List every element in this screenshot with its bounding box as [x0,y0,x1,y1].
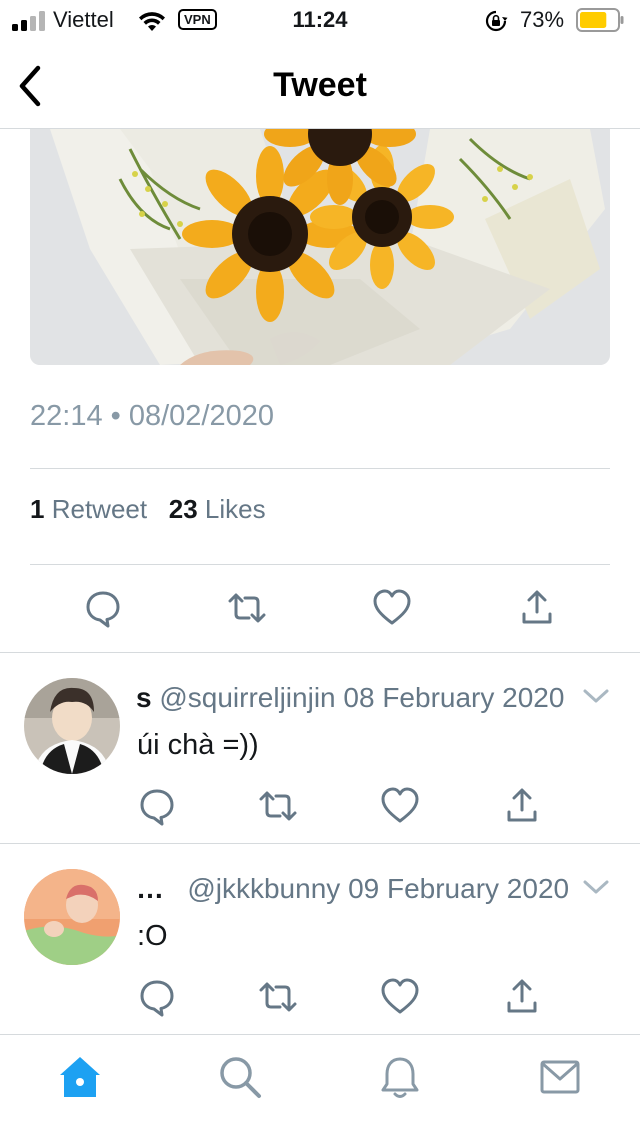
like-icon[interactable] [380,786,420,826]
retweet-icon[interactable] [258,977,298,1017]
reply-handle[interactable]: @squirreljinjin [159,682,335,713]
retweet-count: 1 [30,494,45,524]
chevron-down-icon[interactable] [582,686,610,706]
nav-bar: Tweet [0,40,640,129]
like-icon[interactable] [372,588,412,628]
divider [0,843,640,844]
retweet-icon[interactable] [227,588,267,628]
reply-handle[interactable]: @jkkkbunny [187,873,340,904]
tweet-photo[interactable] [30,129,610,365]
divider [30,564,610,565]
battery-icon [576,8,624,32]
page-title: Tweet [273,66,367,104]
likes-label: Likes [204,494,266,524]
retweet-icon[interactable] [258,786,298,826]
reply-date: 09 February 2020 [348,873,570,904]
likes-count: 23 [168,494,198,524]
likes-stat[interactable]: 23 Likes [169,494,266,524]
reply-icon[interactable] [83,588,123,628]
battery-percent: 73% [520,7,565,32]
divider [30,468,610,469]
tweet-timestamp: 22:14 • 08/02/2020 [30,400,274,432]
reply-icon[interactable] [137,786,177,826]
home-icon[interactable] [56,1053,104,1101]
share-icon[interactable] [502,977,542,1017]
search-icon[interactable] [216,1053,264,1101]
share-icon[interactable] [517,588,557,628]
reply-text: úi chà =)) [137,729,259,761]
reply-header: … @jkkkbunny 09 February 2020 [136,873,569,905]
reply-header: s @squirreljinjin 08 February 2020 [136,682,564,714]
mail-icon[interactable] [536,1053,584,1101]
divider [0,652,640,653]
retweet-label: Retweet [51,494,148,524]
retweet-stat[interactable]: 1 Retweet [30,494,147,524]
status-bar: Viettel VPN 11:24 73% [0,0,640,40]
rotation-lock-icon [485,10,508,32]
reply-name: s [136,682,152,713]
reply-text: :O [137,920,168,952]
share-icon[interactable] [502,786,542,826]
like-icon[interactable] [380,977,420,1017]
reply-name: … [136,873,164,904]
reply-icon[interactable] [137,977,177,1017]
chevron-down-icon[interactable] [582,877,610,897]
tab-bar [0,1034,640,1137]
tweet-stats: 1 Retweet 23 Likes [30,494,266,525]
reply-date: 08 February 2020 [343,682,565,713]
avatar[interactable] [24,678,120,774]
bell-icon[interactable] [376,1053,424,1101]
avatar[interactable] [24,869,120,965]
